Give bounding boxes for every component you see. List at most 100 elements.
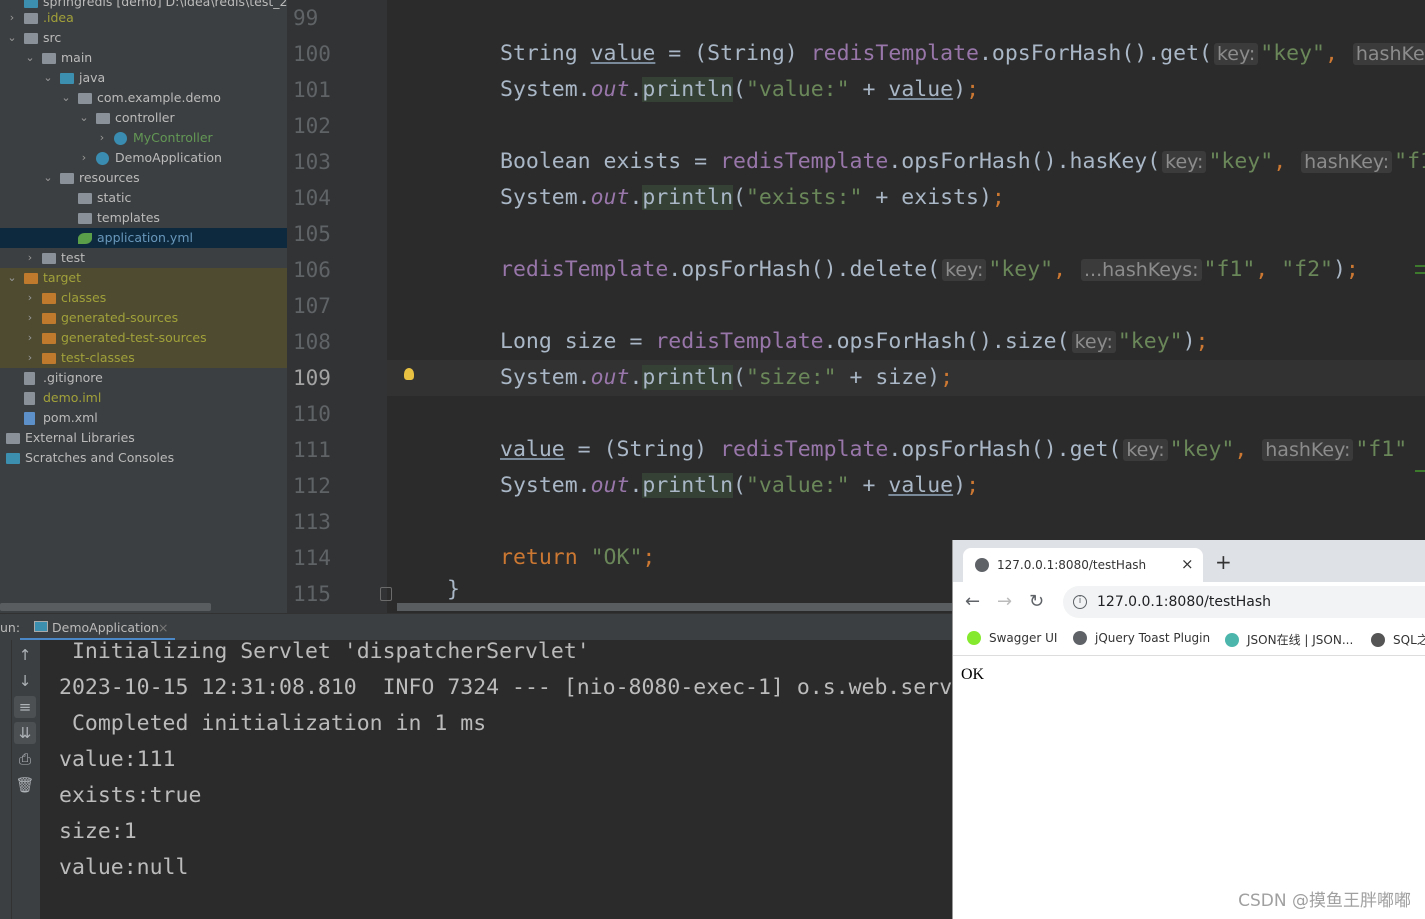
tree-item[interactable]: › test: [0, 248, 287, 268]
iml-file-icon: [24, 392, 35, 405]
tree-item[interactable]: › generated-test-sources: [0, 328, 287, 348]
browser-tab[interactable]: 127.0.0.1:8080/testHash ×: [963, 548, 1203, 582]
code-editor[interactable]: String value = (String) redisTemplate.op…: [387, 0, 1425, 613]
console-icon: [34, 621, 48, 632]
chevron-down-icon[interactable]: ⌄: [60, 88, 72, 108]
tree-item[interactable]: ⌄ java: [0, 68, 287, 88]
tree-item[interactable]: › DemoApplication: [0, 148, 287, 168]
forward-icon[interactable]: →: [997, 591, 1012, 612]
chevron-down-icon[interactable]: ⌄: [6, 268, 18, 288]
chevron-down-icon[interactable]: ⌄: [24, 48, 36, 68]
print-icon[interactable]: ⎙: [14, 748, 36, 770]
editor-horizontal-scrollbar[interactable]: [397, 603, 952, 611]
code-token: "key": [1260, 41, 1325, 66]
chevron-right-icon[interactable]: ›: [24, 308, 36, 328]
chevron-down-icon[interactable]: ⌄: [42, 68, 54, 88]
tree-item[interactable]: Scratches and Consoles: [0, 448, 287, 468]
code-line[interactable]: [387, 396, 1425, 432]
tree-item[interactable]: .gitignore: [0, 368, 287, 388]
code-token: +: [849, 473, 889, 498]
tree-item[interactable]: ⌄ resources: [0, 168, 287, 188]
chevron-right-icon[interactable]: ›: [6, 8, 18, 28]
tree-item[interactable]: › classes: [0, 288, 287, 308]
tree-item[interactable]: demo.iml: [0, 388, 287, 408]
trash-icon[interactable]: 🗑: [14, 774, 36, 796]
tree-item-label: application.yml: [97, 230, 193, 245]
tree-item[interactable]: static: [0, 188, 287, 208]
tree-item[interactable]: ⌄ main: [0, 48, 287, 68]
url-input[interactable]: i 127.0.0.1:8080/testHash: [1063, 586, 1425, 618]
parameter-hint: hashKey:: [1301, 151, 1393, 173]
tree-item[interactable]: ⌄ target: [0, 268, 287, 288]
scroll-to-end-icon[interactable]: ⇊: [14, 722, 36, 744]
code-line[interactable]: System.out.println("size:" + size);: [387, 360, 1425, 396]
bookmark-item[interactable]: Swagger UI: [967, 631, 1057, 645]
code-line[interactable]: System.out.println("value:" + value);: [387, 468, 1425, 504]
bookmark-item[interactable]: JSON在线 | JSON...: [1225, 631, 1353, 648]
chevron-right-icon[interactable]: ›: [78, 148, 90, 168]
chevron-right-icon[interactable]: ›: [24, 248, 36, 268]
code-line[interactable]: [387, 0, 1425, 36]
soft-wrap-icon[interactable]: ≡: [14, 696, 36, 718]
code-line[interactable]: redisTemplate.opsForHash().delete(key: "k…: [387, 252, 1425, 288]
chevron-right-icon[interactable]: ›: [96, 128, 108, 148]
code-line[interactable]: value = (String) redisTemplate.opsForHas…: [387, 432, 1425, 468]
reload-icon[interactable]: ↻: [1029, 591, 1044, 612]
code-line[interactable]: Long size = redisTemplate.opsForHash().s…: [387, 324, 1425, 360]
up-arrow-icon[interactable]: ↑: [14, 644, 36, 666]
fold-icon[interactable]: [380, 587, 392, 601]
code-token: return: [500, 545, 591, 570]
line-number: 100: [293, 42, 331, 66]
info-icon[interactable]: i: [1073, 595, 1087, 609]
down-arrow-icon[interactable]: ↓: [14, 670, 36, 692]
code-token: .opsForHash().delete(: [668, 257, 941, 282]
tree-horizontal-scrollbar[interactable]: [0, 603, 211, 611]
code-line[interactable]: [387, 504, 1425, 540]
chevron-right-icon[interactable]: ›: [24, 288, 36, 308]
folder-icon: [24, 13, 38, 24]
tree-item[interactable]: templates: [0, 208, 287, 228]
tree-item[interactable]: ⌄ src: [0, 28, 287, 48]
code-token: "key": [1117, 329, 1183, 354]
chevron-down-icon[interactable]: ⌄: [6, 28, 18, 48]
tree-item[interactable]: ⌄ controller: [0, 108, 287, 128]
tree-item[interactable]: › .idea: [0, 8, 287, 28]
tree-item-label: com.example.demo: [97, 90, 221, 105]
run-tab-demoapplication[interactable]: DemoApplication ×: [20, 614, 175, 641]
close-tab-icon[interactable]: ×: [1181, 555, 1194, 573]
chevron-down-icon[interactable]: ⌄: [78, 108, 90, 128]
tree-item[interactable]: pom.xml: [0, 408, 287, 428]
code-line[interactable]: System.out.println("exists:" + exists);: [387, 180, 1425, 216]
new-tab-button[interactable]: +: [1215, 550, 1232, 574]
watermark: CSDN @摸鱼王胖嘟嘟: [1238, 891, 1411, 911]
close-tab-icon[interactable]: ×: [158, 614, 168, 641]
bookmark-item[interactable]: jQuery Toast Plugin: [1073, 631, 1210, 645]
code-line[interactable]: [387, 108, 1425, 144]
tree-item[interactable]: External Libraries: [0, 428, 287, 448]
parameter-hint: hashKey:: [1352, 43, 1425, 65]
console-output[interactable]: Initializing Servlet 'dispatcherServlet'…: [40, 640, 952, 919]
tree-item[interactable]: › generated-sources: [0, 308, 287, 328]
code-line[interactable]: [387, 288, 1425, 324]
bookmark-item[interactable]: SQL之: [1371, 631, 1425, 648]
parameter-hint: key:: [1123, 439, 1168, 461]
chevron-down-icon[interactable]: ⌄: [42, 168, 54, 188]
code-line[interactable]: System.out.println("value:" + value);: [387, 72, 1425, 108]
code-token: "key": [1169, 437, 1235, 462]
code-token: String: [500, 41, 591, 66]
code-line[interactable]: String value = (String) redisTemplate.op…: [387, 36, 1425, 72]
closing-brace: }: [447, 577, 460, 602]
code-line[interactable]: Boolean exists = redisTemplate.opsForHas…: [387, 144, 1425, 180]
chevron-right-icon[interactable]: ›: [24, 328, 36, 348]
resources-folder-icon: [60, 173, 74, 184]
package-icon: [78, 93, 92, 104]
code-line[interactable]: [387, 216, 1425, 252]
code-token: value: [500, 437, 565, 462]
tree-item[interactable]: › test-classes: [0, 348, 287, 368]
tree-item[interactable]: application.yml: [0, 228, 287, 248]
back-icon[interactable]: ←: [965, 591, 980, 612]
chevron-right-icon[interactable]: ›: [24, 348, 36, 368]
intention-bulb-icon[interactable]: [404, 368, 414, 380]
tree-item[interactable]: › MyController: [0, 128, 287, 148]
tree-item[interactable]: ⌄ com.example.demo: [0, 88, 287, 108]
